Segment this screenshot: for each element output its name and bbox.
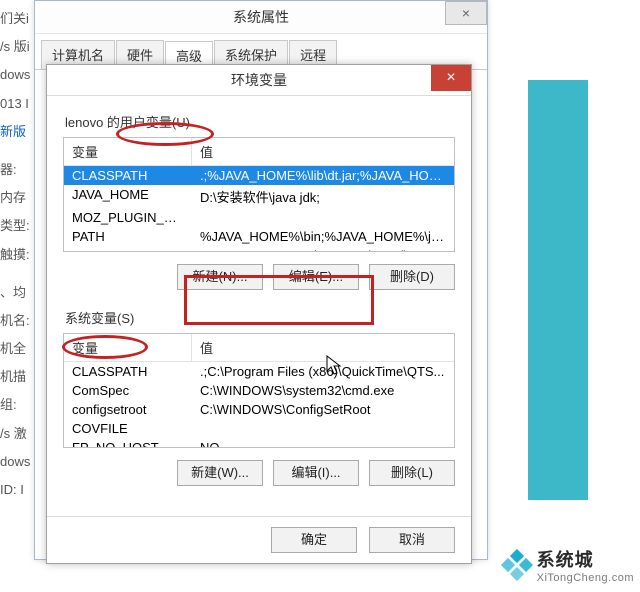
var-row[interactable]: PATH%JAVA_HOME%\bin;%JAVA_HOME%\jre... xyxy=(64,227,454,246)
env-titlebar: 环境变量 × xyxy=(47,65,471,96)
watermark: 系统城 XiTongCheng.com xyxy=(503,546,634,584)
var-row[interactable]: CLASSPATH.;%JAVA_HOME%\lib\dt.jar;%JAVA_… xyxy=(64,166,454,185)
var-row[interactable]: JAVA_HOMED:\安装软件\java jdk; xyxy=(64,185,454,208)
var-name: PATH xyxy=(64,227,192,246)
env-footer: 确定 取消 xyxy=(47,516,471,563)
var-row[interactable]: CLASSPATH.;C:\Program Files (x86)\QuickT… xyxy=(64,362,454,381)
var-name: FP_NO_HOST_CH xyxy=(64,438,192,448)
sys-new-button[interactable]: 新建(W)... xyxy=(177,460,263,486)
var-row[interactable]: MOZ_PLUGIN_PA... xyxy=(64,208,454,227)
env-vars-dialog: 环境变量 × lenovo 的用户变量(U) 变量值CLASSPATH.;%JA… xyxy=(46,64,472,564)
var-value: D:\安装软件\java jdk; xyxy=(192,185,454,208)
var-row[interactable]: FP_NO_HOST_CHNO xyxy=(64,438,454,448)
sys-edit-button[interactable]: 编辑(I)... xyxy=(273,460,359,486)
cancel-button[interactable]: 取消 xyxy=(369,527,455,553)
user-new-button[interactable]: 新建(N)... xyxy=(177,264,263,290)
var-row[interactable]: COVFILE xyxy=(64,419,454,438)
var-value: %JAVA_HOME%\bin;%JAVA_HOME%\jre... xyxy=(192,227,454,246)
var-name: CLASSPATH xyxy=(64,166,192,185)
user-vars-list[interactable]: 变量值CLASSPATH.;%JAVA_HOME%\lib\dt.jar;%JA… xyxy=(63,137,455,252)
var-name: TEMP xyxy=(64,246,192,252)
sys-vars-label: 系统变量(S) xyxy=(65,308,455,327)
col-val-header[interactable]: 值 xyxy=(192,334,454,361)
var-value: .;C:\Program Files (x86)\QuickTime\QTS..… xyxy=(192,362,454,381)
var-value xyxy=(192,419,454,438)
sys-delete-button[interactable]: 删除(L) xyxy=(369,460,455,486)
var-value: C:\WINDOWS\system32\cmd.exe xyxy=(192,381,454,400)
var-name: COVFILE xyxy=(64,419,192,438)
env-title: 环境变量 xyxy=(231,72,287,88)
var-row[interactable]: ComSpecC:\WINDOWS\system32\cmd.exe xyxy=(64,381,454,400)
watermark-name: 系统城 xyxy=(537,546,634,572)
var-row[interactable]: configsetrootC:\WINDOWS\ConfigSetRoot xyxy=(64,400,454,419)
user-vars-label: lenovo 的用户变量(U) xyxy=(65,112,455,131)
var-name: ComSpec xyxy=(64,381,192,400)
var-value: NO xyxy=(192,438,454,448)
sys-vars-buttons: 新建(W)... 编辑(I)... 删除(L) xyxy=(63,460,455,486)
watermark-logo-icon xyxy=(503,551,531,579)
var-name: JAVA_HOME xyxy=(64,185,192,208)
col-var-header[interactable]: 变量 xyxy=(64,138,192,165)
sys-vars-list[interactable]: 变量值CLASSPATH.;C:\Program Files (x86)\Qui… xyxy=(63,333,455,448)
sysprops-titlebar: 系统属性 × xyxy=(35,1,487,34)
var-name: configsetroot xyxy=(64,400,192,419)
watermark-url: XiTongCheng.com xyxy=(537,572,634,584)
var-row[interactable]: TEMP%USERPROFILE%\AppData\Local\Temp xyxy=(64,246,454,252)
var-name: MOZ_PLUGIN_PA... xyxy=(64,208,192,227)
user-delete-button[interactable]: 删除(D) xyxy=(369,264,455,290)
col-var-header[interactable]: 变量 xyxy=(64,334,192,361)
var-value: C:\WINDOWS\ConfigSetRoot xyxy=(192,400,454,419)
var-name: CLASSPATH xyxy=(64,362,192,381)
user-vars-buttons: 新建(N)... 编辑(E)... 删除(D) xyxy=(63,264,455,290)
var-value: .;%JAVA_HOME%\lib\dt.jar;%JAVA_HOM... xyxy=(192,166,454,185)
var-value xyxy=(192,208,454,227)
ok-button[interactable]: 确定 xyxy=(271,527,357,553)
user-edit-button[interactable]: 编辑(E)... xyxy=(273,264,359,290)
env-close-button[interactable]: × xyxy=(431,65,471,91)
background-accent xyxy=(528,80,588,500)
col-val-header[interactable]: 值 xyxy=(192,138,454,165)
sysprops-title: 系统属性 xyxy=(233,9,289,25)
var-value: %USERPROFILE%\AppData\Local\Temp xyxy=(192,246,454,252)
sysprops-close-button[interactable]: × xyxy=(445,1,487,25)
